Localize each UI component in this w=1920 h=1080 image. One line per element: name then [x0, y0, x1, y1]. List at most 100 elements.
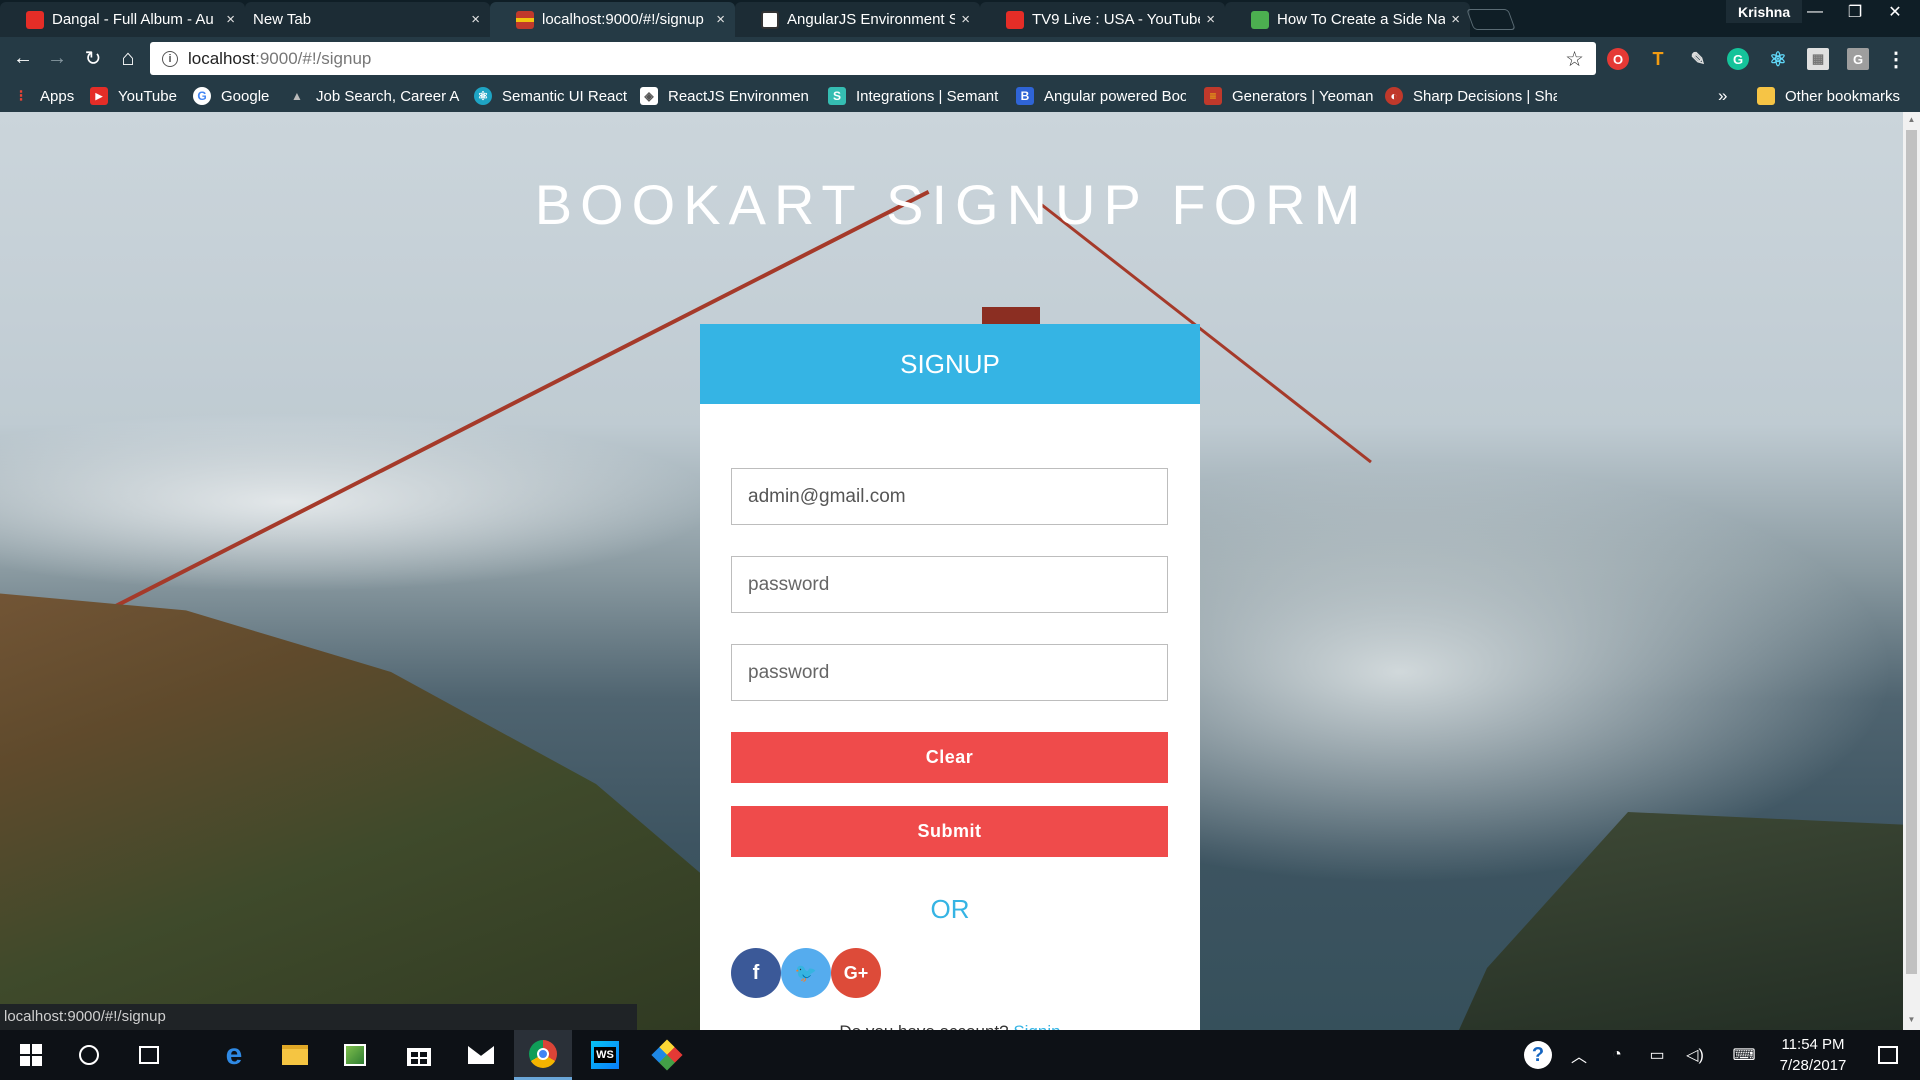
confirm-password-field[interactable] — [731, 644, 1168, 701]
action-center-icon[interactable] — [1868, 1030, 1908, 1080]
account-prompt-text: Do you have account? — [839, 1022, 1008, 1030]
edge-icon[interactable]: e — [205, 1030, 263, 1080]
close-icon[interactable]: × — [961, 11, 970, 28]
close-icon[interactable]: × — [1451, 11, 1460, 28]
home-icon[interactable]: ⌂ — [115, 45, 141, 71]
extension-icon[interactable]: ▦ — [1807, 48, 1829, 70]
restore-button[interactable]: ❐ — [1835, 0, 1875, 23]
bookmark-integrations-semantic[interactable]: S Integrations | Semant — [828, 85, 1000, 107]
other-bookmarks-label: Other bookmarks — [1785, 87, 1901, 105]
other-bookmarks[interactable]: Other bookmarks — [1757, 85, 1900, 107]
tab-sidenav[interactable]: How To Create a Side Na × — [1225, 2, 1470, 37]
opera-icon[interactable]: O — [1607, 48, 1629, 70]
mail-icon[interactable] — [452, 1030, 510, 1080]
bookmark-star-icon[interactable]: ☆ — [1565, 47, 1584, 72]
email-field[interactable] — [731, 468, 1168, 525]
react-devtools-icon[interactable]: ⚛ — [1767, 48, 1789, 71]
signin-link[interactable]: Signin — [1013, 1022, 1060, 1030]
bookmarks-overflow-icon[interactable]: » — [1718, 85, 1727, 107]
bookmark-youtube[interactable]: ▶ YouTube — [90, 85, 177, 107]
reload-icon[interactable]: ↻ — [80, 45, 106, 71]
store-icon[interactable] — [390, 1030, 448, 1080]
bookmark-apps[interactable]: ⁝ Apps — [12, 85, 74, 107]
pen-icon[interactable]: ✎ — [1687, 48, 1709, 70]
tab-title: New Tab — [253, 11, 312, 28]
wifi-icon[interactable]: ◔ — [1605, 1030, 1629, 1080]
google-ext-icon[interactable]: G — [1847, 48, 1869, 70]
bookmark-sharp-decisions[interactable]: ◐ Sharp Decisions | Sha — [1385, 85, 1557, 107]
react-icon: ⚛ — [474, 87, 492, 105]
grammarly-icon[interactable]: G — [1727, 48, 1749, 70]
google-icon: G — [193, 87, 211, 105]
scroll-down-icon[interactable]: ▼ — [1906, 1015, 1917, 1027]
bookmark-label: Generators | Yeoman — [1232, 87, 1374, 105]
help-icon[interactable]: ? — [1521, 1030, 1555, 1080]
or-divider: OR — [930, 894, 970, 924]
page-scrollbar[interactable]: ▲ ▼ — [1903, 112, 1920, 1030]
taskbar-clock[interactable]: 11:54 PM 7/28/2017 — [1758, 1034, 1868, 1076]
forward-icon[interactable]: → — [44, 45, 70, 71]
tab-title: localhost:9000/#!/signup — [542, 11, 704, 28]
windows-start-icon[interactable] — [2, 1030, 60, 1080]
bookmark-job-search[interactable]: ▲ Job Search, Career Ad — [288, 85, 460, 107]
bookmark-reactjs-environment[interactable]: ◈ ReactJS Environment — [640, 85, 808, 107]
webstorm-icon[interactable]: WS — [576, 1030, 634, 1080]
signup-card: SIGNUP Clear Submit OR f 🐦 G+ Do you hav… — [700, 324, 1200, 1030]
job-search-icon: ▲ — [291, 89, 303, 103]
bookmark-angular-bootstrap[interactable]: B Angular powered Boo — [1016, 85, 1186, 107]
volume-icon[interactable]: ◁) — [1683, 1030, 1707, 1080]
twitter-icon[interactable]: 🐦 — [781, 948, 831, 998]
minimize-button[interactable]: — — [1795, 0, 1835, 23]
scroll-thumb[interactable] — [1906, 130, 1917, 974]
photos-app-icon[interactable] — [326, 1030, 384, 1080]
close-icon[interactable]: × — [471, 11, 480, 28]
facebook-icon[interactable]: f — [731, 948, 781, 998]
bookmark-yeoman[interactable]: ≡ Generators | Yeoman — [1204, 85, 1374, 107]
tab-tv9[interactable]: TV9 Live : USA - YouTube × — [980, 2, 1225, 37]
menu-icon[interactable]: ⋮ — [1885, 48, 1907, 71]
tab-signup[interactable]: localhost:9000/#!/signup × — [490, 2, 735, 37]
background-hill — [1440, 812, 1903, 1030]
clear-button[interactable]: Clear — [731, 732, 1168, 783]
chrome-icon[interactable] — [514, 1030, 572, 1080]
keyboard-icon[interactable]: ⌨ — [1728, 1030, 1760, 1080]
bookmark-label: Angular powered Boo — [1044, 87, 1186, 105]
bookmark-label: YouTube — [118, 87, 177, 105]
google-plus-icon[interactable]: G+ — [831, 948, 881, 998]
profile-button[interactable]: Krishna — [1726, 0, 1803, 23]
tab-strip: Dangal - Full Album - Au × New Tab × loc… — [0, 0, 1920, 37]
close-icon[interactable]: × — [1206, 11, 1215, 28]
info-icon[interactable]: i — [162, 50, 178, 67]
back-icon[interactable]: ← — [10, 45, 36, 71]
address-bar[interactable]: i localhost:9000/#!/signup ☆ — [150, 42, 1596, 75]
task-view-icon[interactable] — [120, 1030, 178, 1080]
page-title: BOOKART SIGNUP FORM — [534, 173, 1369, 236]
sharp-icon: ◐ — [1385, 87, 1403, 105]
cortana-search-icon[interactable] — [60, 1030, 118, 1080]
close-icon[interactable]: × — [716, 11, 725, 28]
tab-new-tab[interactable]: New Tab × — [245, 2, 490, 37]
tab-angularjs[interactable]: AngularJS Environment S × — [735, 2, 980, 37]
bookmark-google[interactable]: G Google — [193, 85, 269, 107]
file-explorer-icon[interactable] — [266, 1030, 324, 1080]
scroll-up-icon[interactable]: ▲ — [1906, 115, 1917, 127]
submit-button[interactable]: Submit — [731, 806, 1168, 857]
new-tab-button[interactable] — [1466, 9, 1516, 30]
angular-icon — [761, 10, 779, 29]
tab-title: Dangal - Full Album - Au — [52, 11, 214, 28]
bookmark-semantic-ui-react[interactable]: ⚛ Semantic UI React — [474, 85, 627, 107]
background-fog — [0, 412, 720, 592]
git-client-icon[interactable] — [638, 1030, 696, 1080]
youtube-icon: ▶ — [90, 87, 108, 105]
tray-expand-icon[interactable]: ︿ — [1567, 1030, 1591, 1080]
browser-toolbar: ← → ↻ ⌂ i localhost:9000/#!/signup ☆ O T… — [0, 37, 1920, 80]
youtube-icon — [26, 10, 44, 29]
bookmark-label: Job Search, Career Ad — [316, 87, 460, 105]
password-field[interactable] — [731, 556, 1168, 613]
close-window-button[interactable]: ✕ — [1875, 0, 1915, 23]
close-icon[interactable]: × — [226, 11, 235, 28]
battery-icon[interactable]: ▭ — [1645, 1030, 1669, 1080]
tab-title: How To Create a Side Na — [1277, 11, 1446, 28]
tab-dangal[interactable]: Dangal - Full Album - Au × — [0, 2, 245, 37]
tool-icon[interactable]: T — [1647, 48, 1669, 70]
